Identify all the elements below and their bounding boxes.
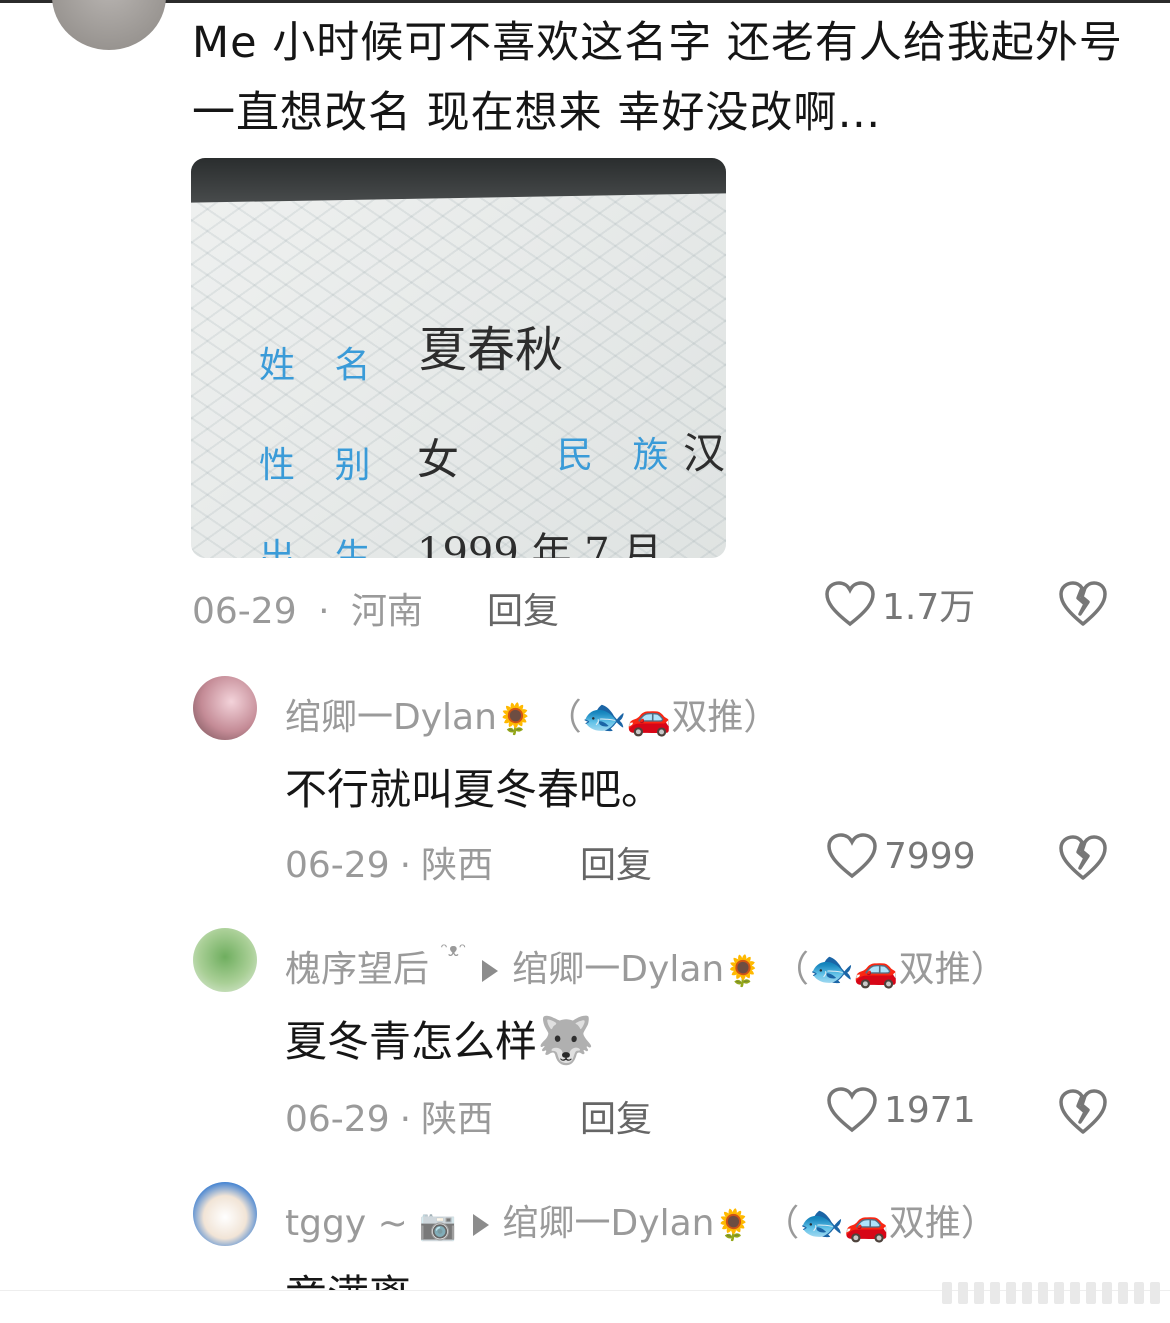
id-name-value: 夏春秋 xyxy=(419,322,564,378)
reply-date: 06-29 xyxy=(285,845,390,886)
heart-outline-icon xyxy=(827,1087,877,1133)
comment-text: Me 小时候可不喜欢这名字 还老有人给我起外号 一直想改名 现在想来 幸好没改啊… xyxy=(192,18,1123,138)
broken-heart-icon[interactable] xyxy=(1058,834,1108,882)
id-birth-label: 出 生 xyxy=(259,537,385,558)
author-tag: （🐟🚗双推） xyxy=(545,697,780,738)
id-sex-value: 女 xyxy=(417,435,460,484)
sunflower-icon: 🌻 xyxy=(714,1207,752,1243)
sunflower-icon: 🌻 xyxy=(724,953,762,989)
meta-separator: · xyxy=(399,845,412,886)
target-tag: （🐟🚗双推） xyxy=(773,949,1007,990)
reply-text: 不行就叫夏冬春吧。 xyxy=(285,765,664,814)
reply-target-name: 绾卿一Dylan xyxy=(502,1203,715,1244)
author-name: tggy ~ xyxy=(285,1203,408,1244)
broken-heart-icon[interactable] xyxy=(1058,580,1108,628)
author-name: 槐序望后 xyxy=(285,949,430,990)
broken-heart-icon[interactable] xyxy=(1058,1088,1108,1136)
sunflower-icon: 🌻 xyxy=(496,701,535,737)
reply-author[interactable]: 绾卿一Dylan🌻 （🐟🚗双推） xyxy=(285,688,779,740)
husky-emoji-icon: 🐺 xyxy=(537,1013,595,1067)
top-divider xyxy=(0,0,1170,3)
reply-location: 陕西 xyxy=(421,845,494,886)
like-count: 7999 xyxy=(884,835,976,877)
reply-author[interactable]: tggy ~ 📷 绾卿一Dylan🌻 （🐟🚗双推） xyxy=(285,1194,997,1246)
reply-button[interactable]: 回复 xyxy=(580,1090,652,1142)
comment-location: 河南 xyxy=(350,591,423,632)
reply-date: 06-29 xyxy=(285,1099,390,1140)
avatar[interactable] xyxy=(52,0,166,50)
reply-target-name: 绾卿一Dylan xyxy=(512,949,725,990)
id-sex-label: 性 别 xyxy=(259,445,385,486)
meta-separator: · xyxy=(318,591,330,632)
avatar[interactable] xyxy=(193,676,257,740)
like-button[interactable]: 1971 xyxy=(826,1086,976,1134)
reply-text-content: 夏冬青怎么样 xyxy=(285,1017,538,1066)
id-birth-value: 1999 年 7 月 xyxy=(417,530,663,558)
triangle-arrow-icon xyxy=(482,960,499,982)
reply-meta: 06-29 · 陕西 xyxy=(285,1090,493,1142)
id-ethnic-label: 民 族 xyxy=(557,435,683,476)
reply-button[interactable]: 回复 xyxy=(580,836,652,888)
heart-outline-icon xyxy=(827,833,877,879)
target-tag: （🐟🚗双推） xyxy=(763,1203,997,1244)
like-count: 1.7万 xyxy=(882,587,976,628)
comment-date: 06-29 xyxy=(192,591,297,632)
reply-author[interactable]: 槐序望后 ᵔᴥᵔ 绾卿一Dylan🌻 （🐟🚗双推） xyxy=(285,940,1007,992)
like-count: 1971 xyxy=(884,1089,976,1131)
like-button[interactable]: 1.7万 xyxy=(824,578,975,630)
author-name: 绾卿一Dylan xyxy=(285,697,497,738)
meta-separator: · xyxy=(399,1099,412,1140)
camera-icon: 📷 xyxy=(419,1207,457,1243)
comment-meta: 06-29 · 河南 xyxy=(192,582,423,634)
reply-meta: 06-29 · 陕西 xyxy=(285,836,493,888)
triangle-arrow-icon xyxy=(472,1214,489,1236)
watermark-bars xyxy=(942,1282,1160,1304)
like-button[interactable]: 7999 xyxy=(826,832,976,880)
name-decoration: ᵔᴥᵔ xyxy=(440,940,467,961)
avatar[interactable] xyxy=(193,1182,257,1246)
id-name-label: 姓 名 xyxy=(259,345,385,386)
comment-photo[interactable]: 姓 名 夏春秋 性 别 女 民 族 汉 出 生 1999 年 7 月 xyxy=(191,158,726,558)
reply-text: 夏冬青怎么样🐺 xyxy=(285,1008,594,1069)
reply-button[interactable]: 回复 xyxy=(487,582,559,634)
reply-location: 陕西 xyxy=(421,1099,494,1140)
avatar[interactable] xyxy=(193,928,257,992)
heart-outline-icon xyxy=(825,581,875,627)
id-ethnic-value: 汉 xyxy=(683,429,726,478)
